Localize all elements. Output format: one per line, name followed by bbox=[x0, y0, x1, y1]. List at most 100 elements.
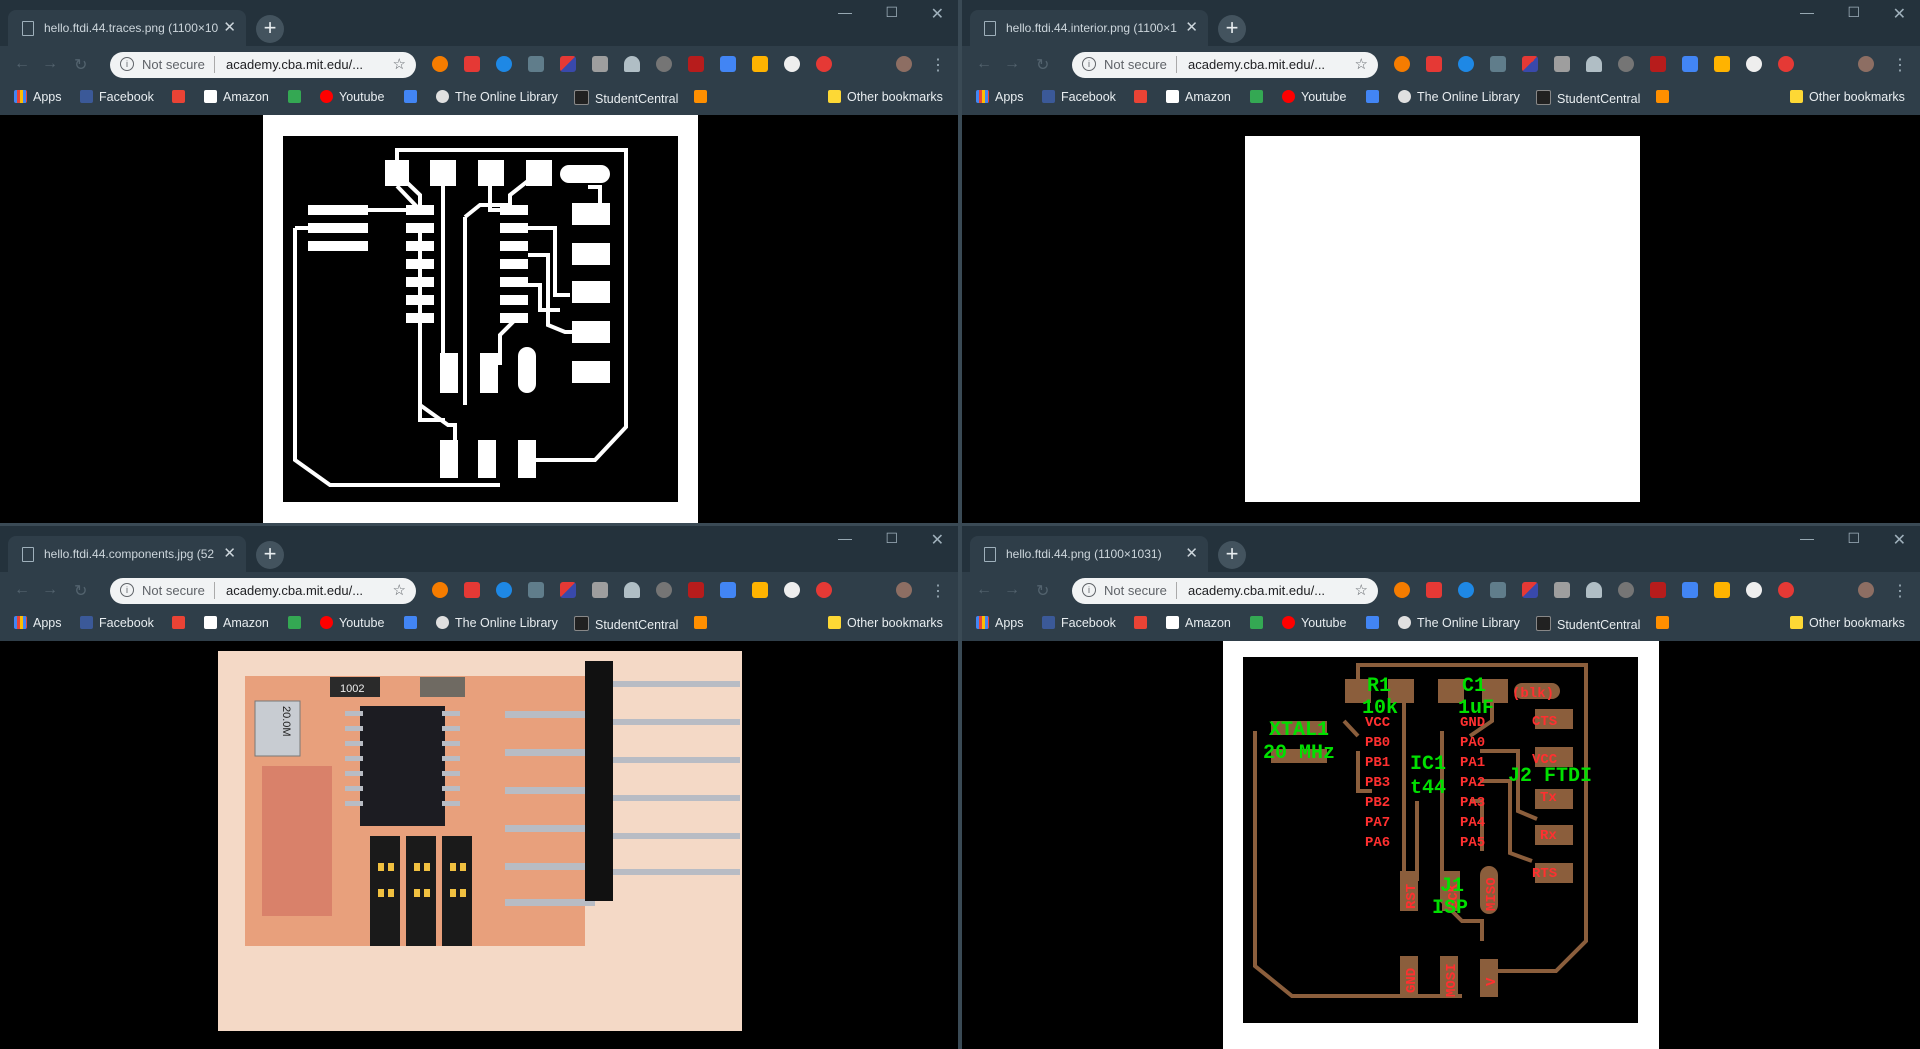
maximize-icon[interactable]: ☐ bbox=[1847, 4, 1860, 21]
menu-icon[interactable]: ⋮ bbox=[930, 55, 946, 75]
profile-avatar[interactable] bbox=[896, 582, 912, 598]
bookmark-scholar[interactable] bbox=[404, 90, 423, 104]
profile-avatar[interactable] bbox=[896, 56, 912, 72]
info-icon[interactable]: i bbox=[120, 57, 134, 71]
bookmark-other[interactable]: Other bookmarks bbox=[828, 90, 943, 104]
reload-icon[interactable]: ↻ bbox=[1036, 55, 1049, 75]
extension-icon-bank[interactable] bbox=[1458, 582, 1474, 598]
bookmark-apps[interactable]: Apps bbox=[14, 90, 62, 104]
close-window-icon[interactable]: ✕ bbox=[1893, 4, 1906, 24]
bookmark-amazon[interactable]: Amazon bbox=[1166, 616, 1231, 630]
bookmark-other[interactable]: Other bookmarks bbox=[828, 616, 943, 630]
profile-avatar[interactable] bbox=[1858, 582, 1874, 598]
bookmark-facebook[interactable]: Facebook bbox=[80, 90, 154, 104]
extension-icon-circle[interactable] bbox=[656, 56, 672, 72]
extension-icon-lastpass[interactable] bbox=[464, 56, 480, 72]
extension-icon-google[interactable] bbox=[720, 56, 736, 72]
extension-icon-translate[interactable] bbox=[1746, 582, 1762, 598]
bookmark-amazon[interactable]: Amazon bbox=[204, 90, 269, 104]
address-bar[interactable]: i Not secure academy.cba.mit.edu/... ☆ bbox=[110, 578, 416, 604]
extension-icon-bank[interactable] bbox=[1458, 56, 1474, 72]
star-icon[interactable]: ☆ bbox=[1355, 55, 1368, 73]
maximize-icon[interactable]: ☐ bbox=[885, 4, 898, 21]
bookmark-online-library[interactable]: The Online Library bbox=[436, 616, 558, 630]
bookmark-scholar[interactable] bbox=[404, 616, 423, 630]
forward-icon[interactable]: → bbox=[1004, 55, 1020, 73]
bookmark-apps[interactable]: Apps bbox=[976, 616, 1024, 630]
bookmark-scholar[interactable] bbox=[1366, 616, 1385, 630]
extension-icon-google[interactable] bbox=[1682, 582, 1698, 598]
bookmark-extra[interactable] bbox=[1656, 616, 1675, 630]
extension-icon-drive[interactable] bbox=[624, 582, 640, 598]
extension-icon-lastpass[interactable] bbox=[464, 582, 480, 598]
extension-icon-circle[interactable] bbox=[656, 582, 672, 598]
maximize-icon[interactable]: ☐ bbox=[1847, 530, 1860, 547]
close-window-icon[interactable]: ✕ bbox=[931, 4, 944, 24]
menu-icon[interactable]: ⋮ bbox=[1892, 55, 1908, 75]
bookmark-youtube[interactable]: Youtube bbox=[320, 616, 384, 630]
extension-icon-lastpass[interactable] bbox=[1426, 56, 1442, 72]
extension-icon-tag[interactable] bbox=[752, 582, 768, 598]
bookmark-extra[interactable] bbox=[694, 90, 713, 104]
extension-icon-stop[interactable] bbox=[816, 582, 832, 598]
star-icon[interactable]: ☆ bbox=[1355, 581, 1368, 599]
new-tab-button[interactable]: + bbox=[1218, 541, 1246, 569]
extension-icon-google[interactable] bbox=[1682, 56, 1698, 72]
back-icon[interactable]: ← bbox=[976, 581, 992, 599]
menu-icon[interactable]: ⋮ bbox=[930, 581, 946, 601]
forward-icon[interactable]: → bbox=[42, 581, 58, 599]
bookmark-online-library[interactable]: The Online Library bbox=[1398, 90, 1520, 104]
bookmark-gmail[interactable] bbox=[1134, 90, 1153, 104]
extension-icon-tag[interactable] bbox=[1714, 582, 1730, 598]
extension-icon-stop[interactable] bbox=[1778, 56, 1794, 72]
reload-icon[interactable]: ↻ bbox=[74, 581, 87, 601]
extension-icon-pdf[interactable] bbox=[1650, 582, 1666, 598]
close-window-icon[interactable]: ✕ bbox=[931, 530, 944, 550]
extension-icon-list[interactable] bbox=[1490, 582, 1506, 598]
extension-icon-pdf[interactable] bbox=[1650, 56, 1666, 72]
bookmark-drive[interactable] bbox=[288, 90, 307, 104]
extension-icon-bank[interactable] bbox=[496, 56, 512, 72]
bookmark-apps[interactable]: Apps bbox=[976, 90, 1024, 104]
extension-icon-stop[interactable] bbox=[1778, 582, 1794, 598]
tab-active[interactable]: hello.ftdi.44.png (1100×1031) ✕ bbox=[970, 536, 1208, 572]
reload-icon[interactable]: ↻ bbox=[74, 55, 87, 75]
extension-icon-drive[interactable] bbox=[1586, 56, 1602, 72]
bookmark-studentcentral[interactable]: StudentCentral bbox=[1536, 90, 1640, 106]
bookmark-youtube[interactable]: Youtube bbox=[1282, 616, 1346, 630]
info-icon[interactable]: i bbox=[1082, 57, 1096, 71]
bookmark-studentcentral[interactable]: StudentCentral bbox=[1536, 616, 1640, 632]
extension-icon-alert[interactable] bbox=[432, 582, 448, 598]
address-bar[interactable]: i Not secure academy.cba.mit.edu/... ☆ bbox=[1072, 578, 1378, 604]
bookmark-online-library[interactable]: The Online Library bbox=[436, 90, 558, 104]
extension-icon-tag[interactable] bbox=[1714, 56, 1730, 72]
minimize-icon[interactable]: — bbox=[1800, 530, 1814, 546]
extension-icon-os[interactable] bbox=[1554, 582, 1570, 598]
back-icon[interactable]: ← bbox=[14, 581, 30, 599]
bookmark-other[interactable]: Other bookmarks bbox=[1790, 90, 1905, 104]
bookmark-facebook[interactable]: Facebook bbox=[1042, 616, 1116, 630]
bookmark-drive[interactable] bbox=[288, 616, 307, 630]
extension-icon-list[interactable] bbox=[528, 582, 544, 598]
new-tab-button[interactable]: + bbox=[1218, 15, 1246, 43]
bookmark-amazon[interactable]: Amazon bbox=[204, 616, 269, 630]
bookmark-youtube[interactable]: Youtube bbox=[320, 90, 384, 104]
tab-close-icon[interactable]: ✕ bbox=[1185, 544, 1198, 562]
extension-icon-list[interactable] bbox=[1490, 56, 1506, 72]
extension-icon-tag[interactable] bbox=[752, 56, 768, 72]
bookmark-facebook[interactable]: Facebook bbox=[80, 616, 154, 630]
minimize-icon[interactable]: — bbox=[838, 4, 852, 20]
extension-icon-flag[interactable] bbox=[560, 582, 576, 598]
close-window-icon[interactable]: ✕ bbox=[1893, 530, 1906, 550]
forward-icon[interactable]: → bbox=[1004, 581, 1020, 599]
extension-icon-alert[interactable] bbox=[1394, 56, 1410, 72]
extension-icon-pdf[interactable] bbox=[688, 582, 704, 598]
minimize-icon[interactable]: — bbox=[1800, 4, 1814, 20]
bookmark-extra[interactable] bbox=[694, 616, 713, 630]
bookmark-drive[interactable] bbox=[1250, 90, 1269, 104]
extension-icon-google[interactable] bbox=[720, 582, 736, 598]
extension-icon-list[interactable] bbox=[528, 56, 544, 72]
profile-avatar[interactable] bbox=[1858, 56, 1874, 72]
bookmark-facebook[interactable]: Facebook bbox=[1042, 90, 1116, 104]
bookmark-scholar[interactable] bbox=[1366, 90, 1385, 104]
